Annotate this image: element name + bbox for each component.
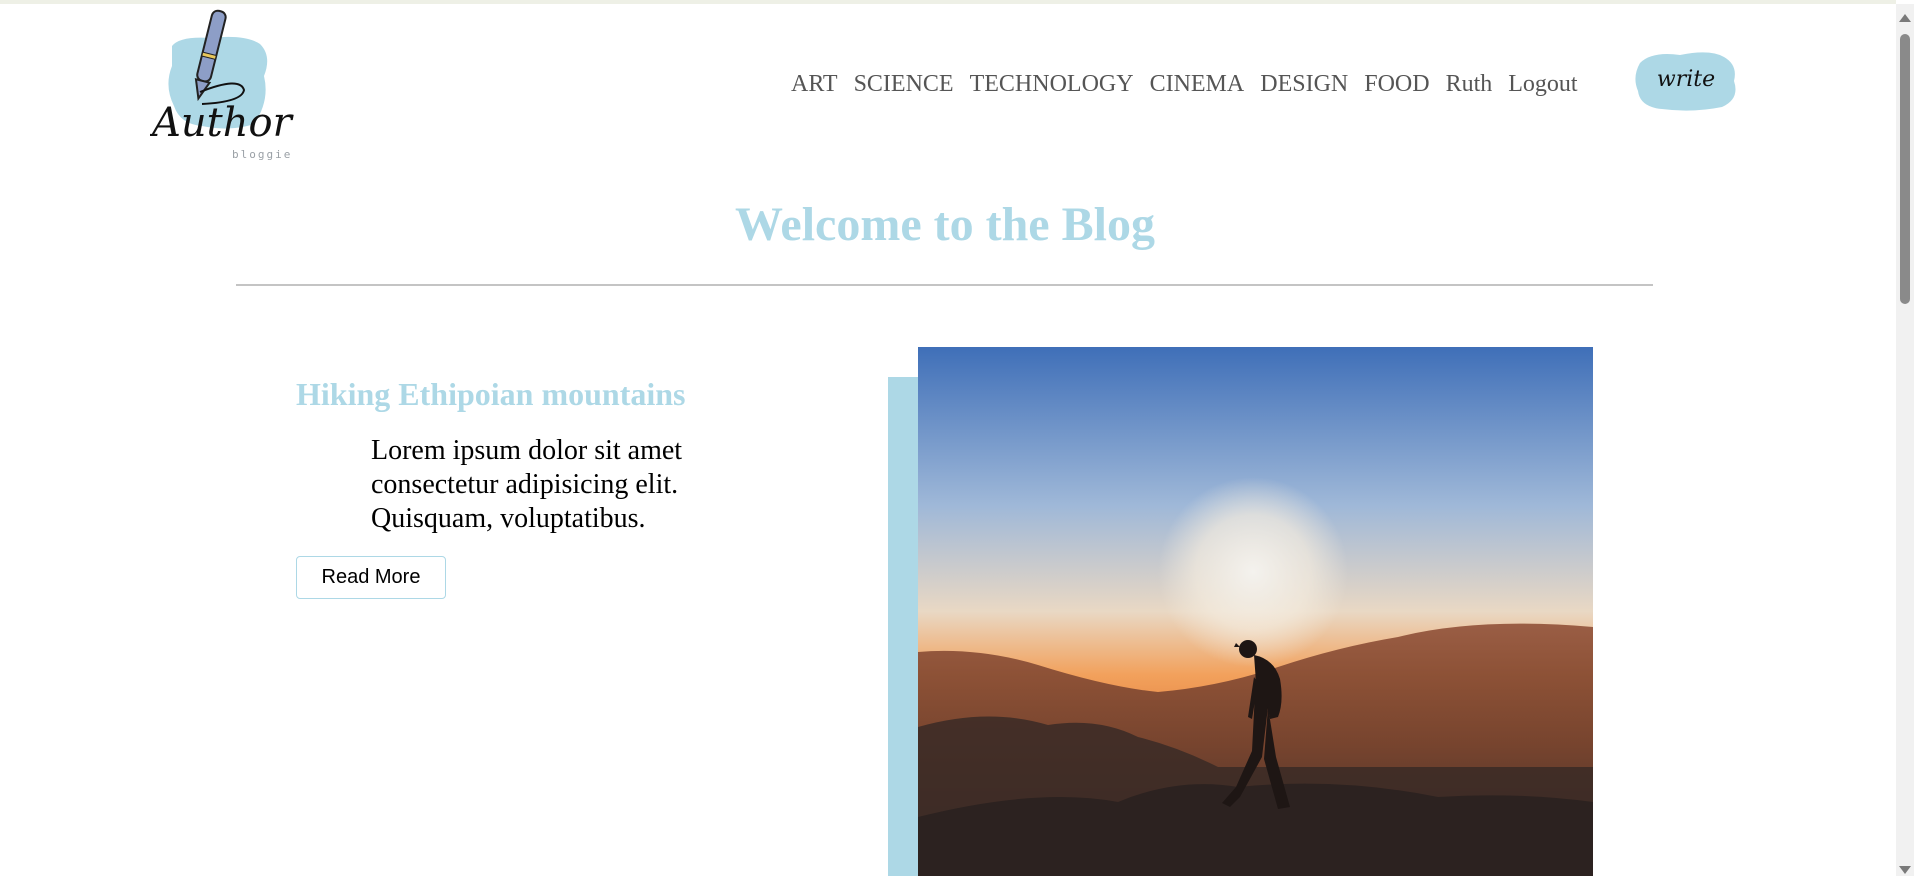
site-logo[interactable]: Author bloggie [148, 6, 300, 166]
logo-pen-icon: Author bloggie [148, 9, 295, 161]
main-nav: ART SCIENCE TECHNOLOGY CINEMA DESIGN FOO… [791, 69, 1578, 99]
nav-item-design[interactable]: DESIGN [1260, 71, 1348, 98]
sunset-hiker-image [918, 347, 1593, 876]
svg-text:Author: Author [150, 100, 295, 146]
nav-item-science[interactable]: SCIENCE [854, 71, 954, 98]
title-divider [236, 284, 1653, 286]
nav-item-cinema[interactable]: CINEMA [1150, 71, 1245, 98]
image-accent-bar [888, 377, 918, 876]
scroll-down-arrow-icon[interactable] [1899, 866, 1911, 874]
write-label: write [1656, 67, 1716, 92]
post-image[interactable] [918, 347, 1593, 876]
nav-item-food[interactable]: FOOD [1364, 71, 1429, 98]
post-description: Lorem ipsum dolor sit amet consectetur a… [371, 435, 683, 534]
write-button[interactable]: write [1632, 47, 1740, 115]
scroll-up-arrow-icon[interactable] [1899, 14, 1911, 22]
page-title: Welcome to the Blog [735, 198, 1155, 251]
nav-item-art[interactable]: ART [791, 71, 838, 98]
scrollbar-thumb[interactable] [1900, 34, 1910, 304]
svg-text:bloggie: bloggie [232, 148, 292, 161]
nav-item-technology[interactable]: TECHNOLOGY [970, 71, 1134, 98]
read-more-button[interactable]: Read More [296, 556, 446, 599]
vertical-scrollbar[interactable] [1896, 4, 1914, 876]
post-title[interactable]: Hiking Ethipoian mountains [296, 376, 685, 413]
nav-logout-link[interactable]: Logout [1508, 71, 1577, 98]
nav-user-name[interactable]: Ruth [1446, 71, 1493, 98]
window-top-border [0, 0, 1896, 4]
